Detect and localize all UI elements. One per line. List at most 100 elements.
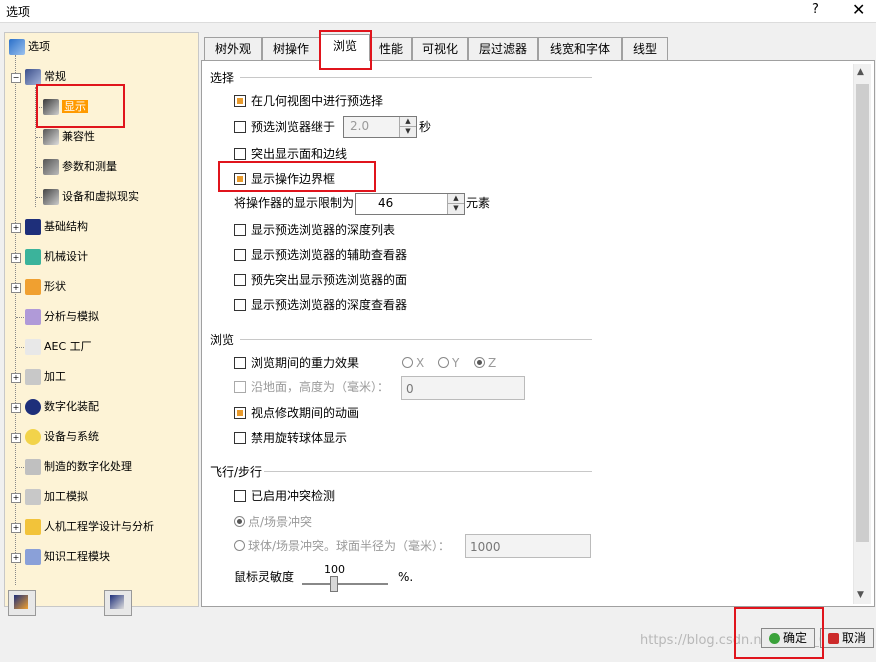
highlight-manipulator-option [218, 161, 376, 192]
tab-linetype-font[interactable]: 线宽和字体 [538, 37, 622, 60]
section-title-fly-walk: 飞行/步行 [210, 465, 263, 479]
manipulator-limit-unit: 元素 [466, 196, 491, 210]
expand-infrastructure-toggle[interactable]: + [11, 223, 21, 233]
axis-z-radio[interactable]: Z [474, 354, 496, 372]
tree-item-shape[interactable]: 形状 [25, 277, 66, 297]
highlight-ok-button [734, 607, 824, 659]
tab-tree-appearance[interactable]: 树外观 [204, 37, 262, 60]
ground-height-field[interactable]: 0 [401, 376, 525, 400]
gravity-effect-checkbox[interactable]: 浏览期间的重力效果 [234, 354, 359, 372]
section-title-browse: 浏览 [210, 333, 235, 347]
title-bar: 选项 ? ✕ [0, 0, 876, 23]
sphere-collision-radio[interactable]: 球体/场景冲突。球面半径为（毫米）： [234, 537, 450, 555]
digital-mockup-icon [25, 399, 41, 415]
expand-knowledgeware-toggle[interactable]: + [11, 553, 21, 563]
tab-tree-manipulation[interactable]: 树操作 [262, 37, 320, 60]
tree-item-analysis-simulation[interactable]: 分析与模拟 [25, 307, 99, 327]
show-depth-viewer-checkbox[interactable]: 显示预选浏览器的深度查看器 [234, 296, 407, 314]
expand-equipment-toggle[interactable]: + [11, 433, 21, 443]
cancel-icon [827, 633, 839, 644]
tab-visualization[interactable]: 可视化 [412, 37, 468, 60]
tab-performance[interactable]: 性能 [370, 37, 412, 60]
show-aux-viewer-checkbox[interactable]: 显示预选浏览器的辅助查看器 [234, 246, 407, 264]
window-title: 选项 [6, 5, 31, 19]
tree-item-devices-vr[interactable]: 设备和虚拟现实 [43, 187, 139, 207]
mouse-sensitivity-unit: %. [398, 570, 414, 584]
cancel-button[interactable]: 取消 [820, 628, 874, 648]
tree-item-machining[interactable]: 加工 [25, 367, 66, 387]
tree-item-knowledgeware[interactable]: 知识工程模块 [25, 547, 110, 567]
machining-simulation-icon [25, 489, 41, 505]
tree-item-parameters[interactable]: 参数和测量 [43, 157, 117, 177]
expand-dmu-toggle[interactable]: + [11, 403, 21, 413]
ergonomics-icon [25, 519, 41, 535]
point-collision-radio[interactable]: 点/场景冲突 [234, 513, 312, 531]
mouse-sensitivity-slider[interactable] [330, 576, 338, 592]
tree-root[interactable]: 选项 [9, 37, 50, 57]
export-tool-icon [110, 595, 124, 609]
tree-item-aec-plant[interactable]: AEC 工厂 [25, 337, 92, 357]
disable-rotation-sphere-checkbox[interactable]: 禁用旋转球体显示 [234, 429, 347, 447]
analysis-simulation-icon [25, 309, 41, 325]
expand-mechanical-toggle[interactable]: + [11, 253, 21, 263]
expand-ergonomics-toggle[interactable]: + [11, 523, 21, 533]
equipment-systems-icon [25, 429, 41, 445]
devices-vr-icon [43, 189, 59, 205]
ground-height-checkbox[interactable]: 沿地面，高度为（毫米）： [234, 378, 389, 396]
aec-plant-icon [25, 339, 41, 355]
manipulator-limit-spinner[interactable]: 46 ▲ ▼ [355, 193, 465, 215]
tree-item-ergonomics[interactable]: 人机工程学设计与分析 [25, 517, 154, 537]
mouse-sensitivity-track [302, 583, 388, 585]
highlight-navigation-tab [319, 30, 372, 70]
manipulator-limit-label: 将操作器的显示限制为 [234, 196, 355, 210]
expand-machining-toggle[interactable]: + [11, 373, 21, 383]
viewpoint-animation-checkbox[interactable]: 视点修改期间的动画 [234, 404, 359, 422]
axis-y-radio[interactable]: Y [438, 354, 459, 372]
sphere-radius-field[interactable]: 1000 [465, 534, 591, 558]
tree-item-digital-mockup[interactable]: 数字化装配 [25, 397, 99, 417]
panel-scrollbar[interactable]: ▲ ▼ [853, 64, 871, 604]
tab-line-type[interactable]: 线型 [622, 37, 668, 60]
digital-manufacturing-icon [25, 459, 41, 475]
reset-tool-button[interactable] [8, 590, 36, 616]
navigation-panel: 选择 在几何视图中进行预选择 预选浏览器继于 2.0 ▲ ▼ 秒 突出显示面和边线… [201, 60, 875, 607]
highlight-display-item [36, 84, 125, 128]
mouse-sensitivity-label: 鼠标灵敏度 [234, 570, 295, 584]
shape-icon [25, 279, 41, 295]
spin-up-icon[interactable]: ▲ [400, 117, 416, 127]
tree-item-compatibility[interactable]: 兼容性 [43, 127, 95, 147]
close-button[interactable]: ✕ [852, 0, 865, 19]
parameters-icon [43, 159, 59, 175]
reset-tool-icon [14, 595, 28, 609]
tree-item-machining-simulation[interactable]: 加工模拟 [25, 487, 88, 507]
spin-down-icon[interactable]: ▼ [448, 204, 464, 213]
preselect-delay-spinner[interactable]: 2.0 ▲ ▼ [343, 116, 417, 138]
show-depth-list-checkbox[interactable]: 显示预选浏览器的深度列表 [234, 221, 395, 239]
collision-detection-checkbox[interactable]: 已启用冲突检测 [234, 487, 335, 505]
tree-item-mechanical-design[interactable]: 机械设计 [25, 247, 88, 267]
compatibility-icon [43, 129, 59, 145]
infrastructure-icon [25, 219, 41, 235]
preselect-geometry-checkbox[interactable]: 在几何视图中进行预选择 [234, 92, 383, 110]
export-tool-button[interactable] [104, 590, 132, 616]
general-icon [25, 69, 41, 85]
tree-item-infrastructure[interactable]: 基础结构 [25, 217, 88, 237]
help-button[interactable]: ? [812, 2, 819, 17]
spin-down-icon[interactable]: ▼ [400, 127, 416, 136]
scrollbar-thumb[interactable] [856, 84, 869, 542]
options-root-icon [9, 39, 25, 55]
axis-x-radio[interactable]: X [402, 354, 424, 372]
machining-icon [25, 369, 41, 385]
tab-layer-filter[interactable]: 层过滤器 [468, 37, 538, 60]
preselect-delay-unit: 秒 [419, 120, 432, 134]
tree-item-digital-manufacturing[interactable]: 制造的数字化处理 [25, 457, 132, 477]
expand-general-toggle[interactable]: − [11, 73, 21, 83]
spin-up-icon[interactable]: ▲ [448, 194, 464, 204]
prehighlight-faces-checkbox[interactable]: 预先突出显示预选浏览器的面 [234, 271, 407, 289]
expand-machining-sim-toggle[interactable]: + [11, 493, 21, 503]
expand-shape-toggle[interactable]: + [11, 283, 21, 293]
preselect-navigator-checkbox[interactable]: 预选浏览器继于 [234, 118, 335, 136]
scroll-down-icon[interactable]: ▼ [857, 590, 864, 600]
scroll-up-icon[interactable]: ▲ [857, 67, 864, 77]
tree-item-equipment-systems[interactable]: 设备与系统 [25, 427, 99, 447]
